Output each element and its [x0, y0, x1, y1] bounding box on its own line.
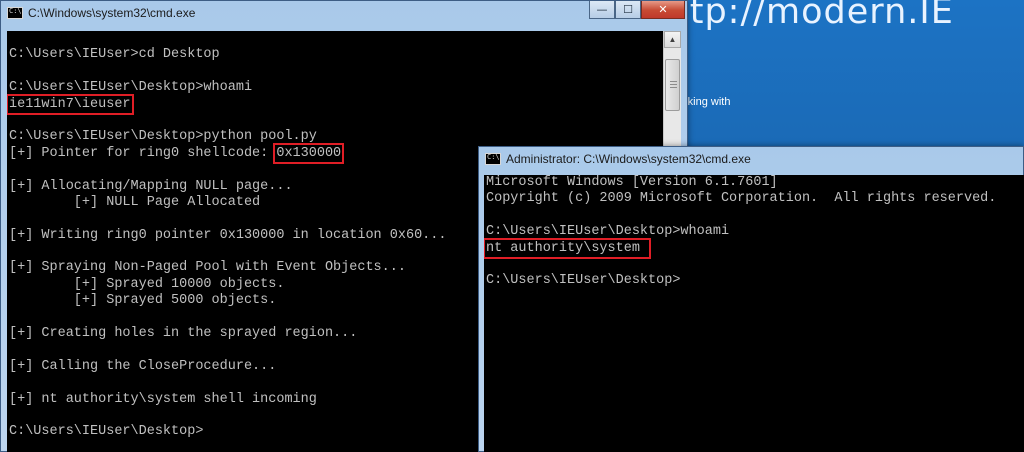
- console-line: C:\Users\IEUser\Desktop>python pool.py: [9, 129, 317, 145]
- pointer-label: [+] Pointer for ring0 shellcode:: [9, 145, 277, 161]
- console-line: Copyright (c) 2009 Microsoft Corporation…: [486, 191, 997, 207]
- window-title: Administrator: C:\Windows\system32\cmd.e…: [506, 152, 751, 166]
- scrollbar-thumb[interactable]: [665, 59, 680, 111]
- console-line: C:\Users\IEUser\Desktop>whoami: [9, 80, 253, 96]
- scroll-up-arrow-icon[interactable]: ▲: [664, 31, 681, 48]
- console-line: nt authority\system: [484, 237, 1024, 259]
- maximize-button[interactable]: ☐: [615, 1, 641, 19]
- cmd-window-admin[interactable]: Administrator: C:\Windows\system32\cmd.e…: [478, 146, 1024, 452]
- highlighted-system-user: nt authority\system: [484, 237, 651, 259]
- background-site-title: ttp://modern.IE: [675, 0, 954, 32]
- highlighted-user: ie11win7\ieuser: [7, 93, 134, 115]
- cmd-icon: [485, 153, 501, 165]
- highlighted-shellcode-address: 0x130000: [273, 142, 345, 164]
- console-line: C:\Users\IEUser\Desktop>: [486, 273, 681, 289]
- background-caption: rking with: [684, 96, 731, 108]
- console-line: ie11win7\ieuser: [7, 93, 663, 115]
- window-controls: — ☐ ✕: [589, 1, 685, 19]
- close-button[interactable]: ✕: [641, 1, 685, 19]
- console-output[interactable]: Microsoft Windows [Version 6.1.7601] Cop…: [484, 175, 1024, 452]
- console-line: C:\Users\IEUser\Desktop>whoami: [486, 224, 730, 240]
- console-line: C:\Users\IEUser>cd Desktop: [9, 47, 220, 63]
- console-line: Microsoft Windows [Version 6.1.7601]: [486, 175, 778, 190]
- minimize-button[interactable]: —: [589, 1, 615, 19]
- cmd-icon: [7, 7, 23, 19]
- window-title: C:\Windows\system32\cmd.exe: [28, 6, 196, 20]
- title-bar[interactable]: Administrator: C:\Windows\system32\cmd.e…: [479, 147, 1023, 171]
- title-bar[interactable]: C:\Windows\system32\cmd.exe: [1, 1, 687, 25]
